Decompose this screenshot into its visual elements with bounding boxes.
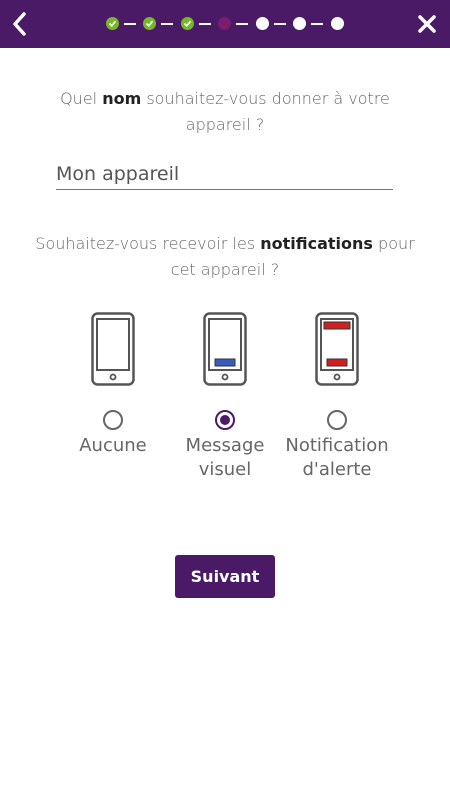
next-button[interactable]: Suivant <box>175 555 275 598</box>
step-7-todo <box>331 17 344 30</box>
step-4-current <box>218 17 231 30</box>
back-button[interactable] <box>6 7 36 41</box>
radio-alert-notification[interactable] <box>327 410 347 430</box>
check-icon <box>183 20 192 27</box>
phone-alert-icon <box>315 312 359 386</box>
option-alert-notification[interactable]: Notification d'alerte <box>277 312 397 482</box>
step-connector <box>274 23 286 25</box>
step-connector <box>236 23 248 25</box>
close-icon <box>418 15 436 33</box>
step-5-todo <box>256 17 269 30</box>
option-alert-notification-label: Notification d'alerte <box>285 435 389 480</box>
progress-steps <box>106 17 346 31</box>
option-none[interactable]: Aucune <box>53 312 173 458</box>
option-visual-message-label: Message visuel <box>185 435 265 480</box>
phone-visual-message-icon <box>203 312 247 386</box>
close-button[interactable] <box>410 7 444 41</box>
chevron-left-icon <box>13 12 26 36</box>
radio-visual-message[interactable] <box>215 410 235 430</box>
option-none-label: Aucune <box>79 435 147 456</box>
top-bar <box>0 0 450 48</box>
step-6-todo <box>293 17 306 30</box>
step-connector <box>311 23 323 25</box>
step-2-done <box>143 17 156 30</box>
step-connector <box>124 23 136 25</box>
step-1-done <box>106 17 119 30</box>
step-connector <box>199 23 211 25</box>
device-name-input[interactable] <box>56 159 393 190</box>
check-icon <box>145 20 154 27</box>
name-question: Quel nom souhaitez-vous donner à votre a… <box>60 89 390 134</box>
option-visual-message[interactable]: Message visuel <box>165 312 285 482</box>
check-icon <box>108 20 117 27</box>
phone-icon <box>91 312 135 386</box>
step-3-done <box>181 17 194 30</box>
radio-none[interactable] <box>103 410 123 430</box>
step-connector <box>161 23 173 25</box>
notification-question: Souhaitez-vous recevoir les notification… <box>35 234 415 279</box>
